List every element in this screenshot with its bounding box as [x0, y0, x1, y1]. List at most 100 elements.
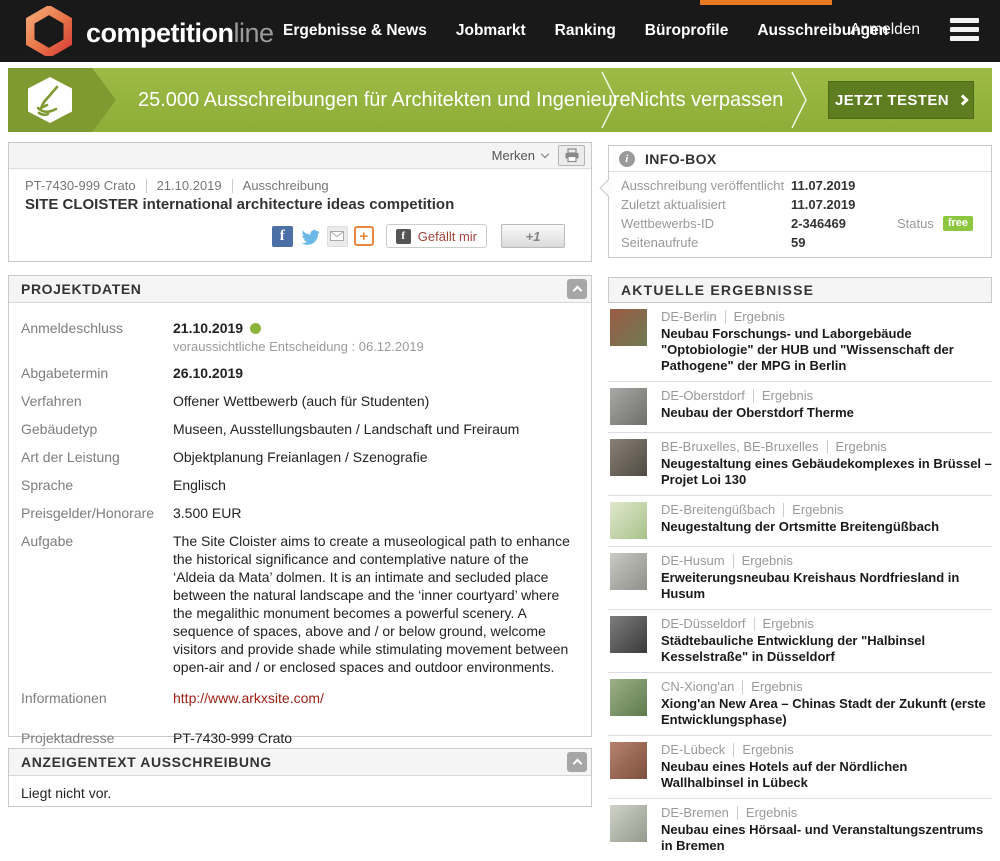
info-box: i INFO-BOX Ausschreibung veröffentlicht … — [608, 145, 992, 258]
row-label: Gebäudetyp — [21, 420, 173, 439]
row-label: Ausschreibung veröffentlicht — [621, 176, 791, 195]
result-item[interactable]: DE-Düsseldorf Ergebnis Städtebauliche En… — [608, 610, 992, 673]
facebook-like-button[interactable]: f Gefällt mir — [386, 224, 487, 248]
result-meta: DE-Bremen Ergebnis — [661, 805, 992, 821]
result-thumbnail — [610, 502, 647, 539]
result-item[interactable]: DE-Lübeck Ergebnis Neubau eines Hotels a… — [608, 736, 992, 799]
row-subnote: voraussichtliche Entscheidung : 06.12.20… — [173, 338, 579, 355]
divider — [742, 680, 743, 694]
login-link[interactable]: Anmelden — [850, 21, 920, 39]
print-button[interactable] — [558, 145, 585, 166]
deadline-status-dot — [250, 323, 261, 334]
anzeigentext-body: Liegt nicht vor. — [9, 776, 591, 810]
result-text: DE-Bremen Ergebnis Neubau eines Hörsaal-… — [661, 805, 992, 854]
result-thumbnail — [610, 388, 647, 425]
section-title: ANZEIGENTEXT AUSSCHREIBUNG — [21, 754, 272, 770]
result-location: DE-Oberstdorf — [661, 388, 745, 404]
facebook-share-icon[interactable]: f — [272, 226, 293, 247]
page-title: SITE CLOISTER international architecture… — [25, 196, 575, 213]
row-label: Abgabetermin — [21, 364, 173, 383]
result-item[interactable]: BE-Bruxelles, BE-Bruxelles Ergebnis Neug… — [608, 433, 992, 496]
divider — [733, 743, 734, 757]
row-value: 59 — [791, 233, 805, 252]
active-tab-indicator — [700, 0, 832, 5]
result-tag: Ergebnis — [836, 439, 887, 455]
email-share-icon[interactable] — [327, 226, 348, 247]
divider — [146, 179, 147, 193]
result-item[interactable]: DE-Oberstdorf Ergebnis Neubau der Oberst… — [608, 382, 992, 433]
status-label: Status — [897, 214, 934, 233]
sketch-hand-icon — [24, 75, 76, 130]
row-anmeldeschluss: Anmeldeschluss 21.10.2019 voraussichtlic… — [21, 319, 579, 355]
nav-item-bueroprofile[interactable]: Büroprofile — [645, 22, 729, 40]
aktuelle-ergebnisse-section: AKTUELLE ERGEBNISSE DE-Berlin Ergebnis N… — [608, 277, 992, 861]
row-value: Museen, Ausstellungsbauten / Landschaft … — [173, 421, 519, 437]
result-location: CN-Xiong'an — [661, 679, 734, 695]
result-text: CN-Xiong'an Ergebnis Xiong'an New Area –… — [661, 679, 992, 728]
social-share-bar: f + f Gefällt mir +1 — [25, 224, 575, 248]
google-plusone-button[interactable]: +1 — [501, 224, 565, 248]
row-value: 2-346469 — [791, 214, 846, 233]
row-label: Seitenaufrufe — [621, 233, 791, 252]
collapse-button[interactable] — [567, 279, 587, 299]
result-title: Neubau eines Hotels auf der Nördlichen W… — [661, 759, 992, 791]
facebook-icon: f — [396, 229, 411, 244]
result-text: DE-Breitengüßbach Ergebnis Neugestaltung… — [661, 502, 939, 539]
result-meta: DE-Husum Ergebnis — [661, 553, 992, 569]
info-row-wettbewerbs-id: Wettbewerbs-ID 2-346469 Status free — [621, 214, 979, 233]
nav-item-ranking[interactable]: Ranking — [555, 22, 616, 40]
website-link[interactable]: http://www.arkxsite.com/ — [173, 690, 324, 706]
article-header-card: Merken PT-7430-999 Crato 21.10.2019 Auss… — [8, 142, 592, 262]
row-value: Objektplanung Freianlagen / Szenografie — [173, 449, 428, 465]
row-verfahren: Verfahren Offener Wettbewerb (auch für S… — [21, 392, 579, 411]
result-text: DE-Husum Ergebnis Erweiterungsneubau Kre… — [661, 553, 992, 602]
merken-dropdown[interactable]: Merken — [492, 148, 548, 163]
result-meta: BE-Bruxelles, BE-Bruxelles Ergebnis — [661, 439, 992, 455]
result-thumbnail — [610, 679, 647, 716]
results-list: DE-Berlin Ergebnis Neubau Forschungs- un… — [608, 303, 992, 861]
nav-item-jobmarkt[interactable]: Jobmarkt — [456, 22, 526, 40]
twitter-share-icon[interactable] — [299, 226, 321, 247]
project-id: PT-7430-999 Crato — [25, 178, 136, 193]
result-location: DE-Bremen — [661, 805, 729, 821]
result-title: Erweiterungsneubau Kreishaus Nordfriesla… — [661, 570, 992, 602]
result-item[interactable]: CN-Xiong'an Ergebnis Xiong'an New Area –… — [608, 673, 992, 736]
info-row-aktualisiert: Zuletzt aktualisiert 11.07.2019 — [621, 195, 979, 214]
logo-hexagon-icon — [26, 6, 72, 61]
article-toolbar: Merken — [9, 143, 591, 169]
main-navigation: Ergebnisse & News Jobmarkt Ranking Bürop… — [283, 0, 888, 62]
cta-label: JETZT TESTEN — [835, 92, 949, 109]
result-item[interactable]: DE-Husum Ergebnis Erweiterungsneubau Kre… — [608, 547, 992, 610]
result-title: Neubau eines Hörsaal- und Veranstaltungs… — [661, 822, 992, 854]
banner-text-primary: 25.000 Ausschreibungen für Architekten u… — [138, 68, 631, 132]
result-item[interactable]: DE-Berlin Ergebnis Neubau Forschungs- un… — [608, 303, 992, 382]
result-meta: DE-Berlin Ergebnis — [661, 309, 992, 325]
result-location: DE-Düsseldorf — [661, 616, 746, 632]
article-date: 21.10.2019 — [157, 178, 222, 193]
hamburger-menu-icon[interactable] — [950, 18, 979, 41]
nav-item-ergebnisse-news[interactable]: Ergebnisse & News — [283, 22, 427, 40]
divider — [725, 310, 726, 324]
section-title: PROJEKTDATEN — [21, 281, 142, 297]
result-text: DE-Berlin Ergebnis Neubau Forschungs- un… — [661, 309, 992, 374]
row-abgabetermin: Abgabetermin 26.10.2019 — [21, 364, 579, 383]
banner-text-secondary: Nichts verpassen — [630, 68, 783, 132]
brand-logo[interactable]: competitionline — [26, 6, 274, 61]
row-value: PT-7430-999 Crato — [173, 730, 292, 746]
result-item[interactable]: DE-Bremen Ergebnis Neubau eines Hörsaal-… — [608, 799, 992, 861]
collapse-button[interactable] — [567, 752, 587, 772]
row-value: 11.07.2019 — [791, 176, 855, 195]
result-meta: CN-Xiong'an Ergebnis — [661, 679, 992, 695]
row-label: Sprache — [21, 476, 173, 495]
divider — [753, 389, 754, 403]
share-more-icon[interactable]: + — [354, 226, 374, 246]
result-item[interactable]: DE-Breitengüßbach Ergebnis Neugestaltung… — [608, 496, 992, 547]
jetzt-testen-button[interactable]: JETZT TESTEN — [828, 81, 974, 119]
row-label: Wettbewerbs-ID — [621, 214, 791, 233]
row-value: 3.500 EUR — [173, 505, 241, 521]
row-projektadresse: Projektadresse PT-7430-999 Crato — [21, 729, 579, 748]
printer-icon — [564, 148, 580, 163]
projektdaten-body: Anmeldeschluss 21.10.2019 voraussichtlic… — [9, 303, 591, 748]
section-title: INFO-BOX — [645, 151, 717, 167]
result-tag: Ergebnis — [746, 805, 797, 821]
